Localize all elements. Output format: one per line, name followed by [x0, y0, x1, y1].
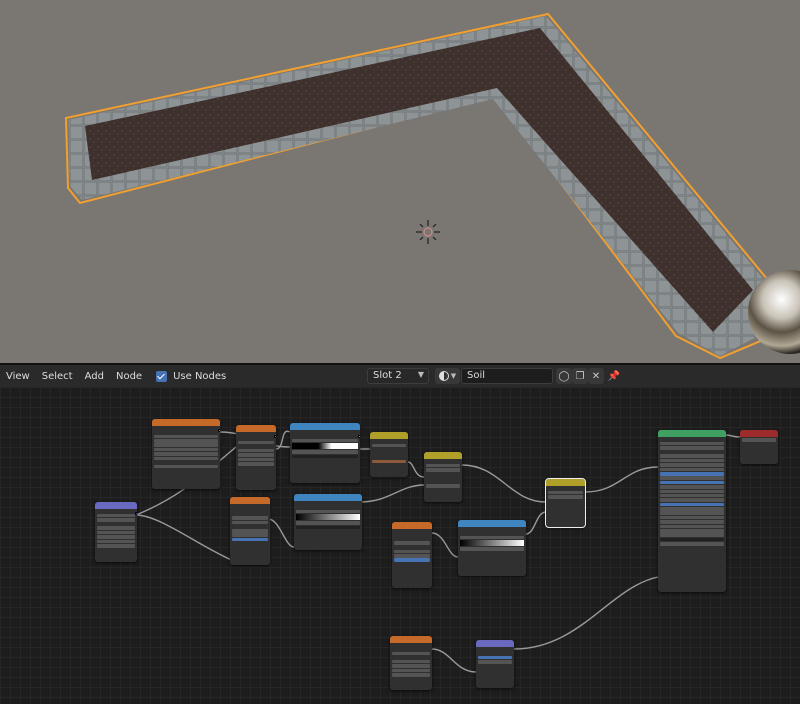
material-browse-button[interactable]: ▼: [435, 368, 460, 384]
link-voronoi2-ramp3: [431, 532, 459, 558]
link-bump-bsdf: [513, 576, 659, 650]
fake-user-button[interactable]: ◯: [556, 368, 572, 384]
material-name-value: Soil: [467, 370, 486, 381]
node-color-ramp-3-header[interactable]: [458, 520, 526, 527]
node-noise-texture-header[interactable]: [236, 425, 276, 432]
menu-add[interactable]: Add: [79, 371, 110, 382]
material-name-field[interactable]: Soil: [461, 368, 553, 384]
node-mix-rgb[interactable]: [424, 452, 462, 502]
node-color-ramp-1-header[interactable]: [290, 423, 360, 430]
node-color-ramp-2-header[interactable]: [294, 494, 362, 501]
node-principled-bsdf[interactable]: [658, 430, 726, 592]
node-voronoi-texture-2[interactable]: [392, 522, 432, 588]
node-mix-1[interactable]: [370, 432, 408, 477]
node-image-texture[interactable]: [152, 419, 220, 489]
node-material-output[interactable]: [740, 430, 778, 464]
link-mixrgb-mix2: [461, 464, 547, 503]
slot-value: Slot 2: [373, 370, 402, 381]
link-mix-mixrgb: [407, 461, 425, 478]
node-voronoi-2-header[interactable]: [392, 522, 432, 529]
duplicate-icon: ❐: [575, 370, 585, 382]
color-ramp-gradient[interactable]: [296, 514, 360, 521]
link-bsdf-output: [725, 434, 741, 438]
node-mapping[interactable]: [95, 502, 137, 562]
use-nodes-label: Use Nodes: [173, 370, 227, 382]
node-bump-header[interactable]: [476, 640, 514, 647]
3d-viewport[interactable]: [0, 0, 800, 363]
unlink-material-button[interactable]: ✕: [588, 368, 604, 384]
material-sphere-icon: [438, 371, 449, 381]
node-editor-header: View Select Add Node Use Nodes Slot 2 ▼ …: [0, 365, 800, 387]
pin-button[interactable]: 📌: [606, 368, 622, 384]
viewport-scene: [64, 12, 800, 360]
node-voronoi-texture-1[interactable]: [230, 497, 270, 565]
link-voronoi-ramp2: [267, 518, 295, 548]
color-ramp-gradient[interactable]: [460, 540, 524, 547]
node-material-output-header[interactable]: [740, 430, 778, 437]
node-voronoi-1-header[interactable]: [230, 497, 270, 504]
node-color-ramp-3[interactable]: [458, 520, 526, 576]
pin-icon: 📌: [607, 370, 621, 382]
menu-node[interactable]: Node: [110, 371, 148, 382]
node-editor-canvas[interactable]: [0, 387, 800, 704]
use-nodes-checkbox[interactable]: [156, 370, 168, 382]
chevron-down-icon: ▼: [450, 372, 457, 380]
link-noise2-bump: [431, 648, 477, 673]
link-ramp2-mixrgb: [359, 484, 425, 503]
duplicate-material-button[interactable]: ❐: [572, 368, 588, 384]
socket-mapping-out[interactable]: [135, 512, 137, 515]
socket-noise-fac[interactable]: [274, 435, 276, 438]
node-color-ramp-1[interactable]: [290, 423, 360, 483]
node-mapping-header[interactable]: [95, 502, 137, 509]
node-mix-2[interactable]: [545, 478, 586, 528]
node-mix-rgb-header[interactable]: [424, 452, 462, 459]
slot-dropdown[interactable]: Slot 2 ▼: [367, 368, 429, 384]
menu-select[interactable]: Select: [36, 371, 79, 382]
shield-icon: ◯: [558, 370, 570, 382]
color-ramp-gradient[interactable]: [292, 443, 358, 450]
node-bump[interactable]: [476, 640, 514, 688]
node-noise-texture[interactable]: [236, 425, 276, 490]
light-gizmo-icon: [416, 220, 440, 244]
chevron-down-icon: ▼: [417, 370, 424, 379]
node-image-texture-header[interactable]: [152, 419, 220, 426]
menu-view[interactable]: View: [0, 371, 36, 382]
close-icon: ✕: [591, 370, 601, 382]
node-mix-1-header[interactable]: [370, 432, 408, 439]
link-ramp3-mix2: [525, 511, 547, 535]
node-noise-texture-2[interactable]: [390, 636, 432, 690]
socket-ramp1-color[interactable]: [358, 435, 360, 438]
node-noise-2-header[interactable]: [390, 636, 432, 643]
node-mix-2-header[interactable]: [546, 479, 585, 486]
node-color-ramp-2[interactable]: [294, 494, 362, 550]
link-mix2-bsdf: [584, 466, 659, 493]
node-principled-bsdf-header[interactable]: [658, 430, 726, 437]
socket-image-color[interactable]: [218, 429, 220, 432]
link-mapping-noise: [135, 514, 237, 563]
